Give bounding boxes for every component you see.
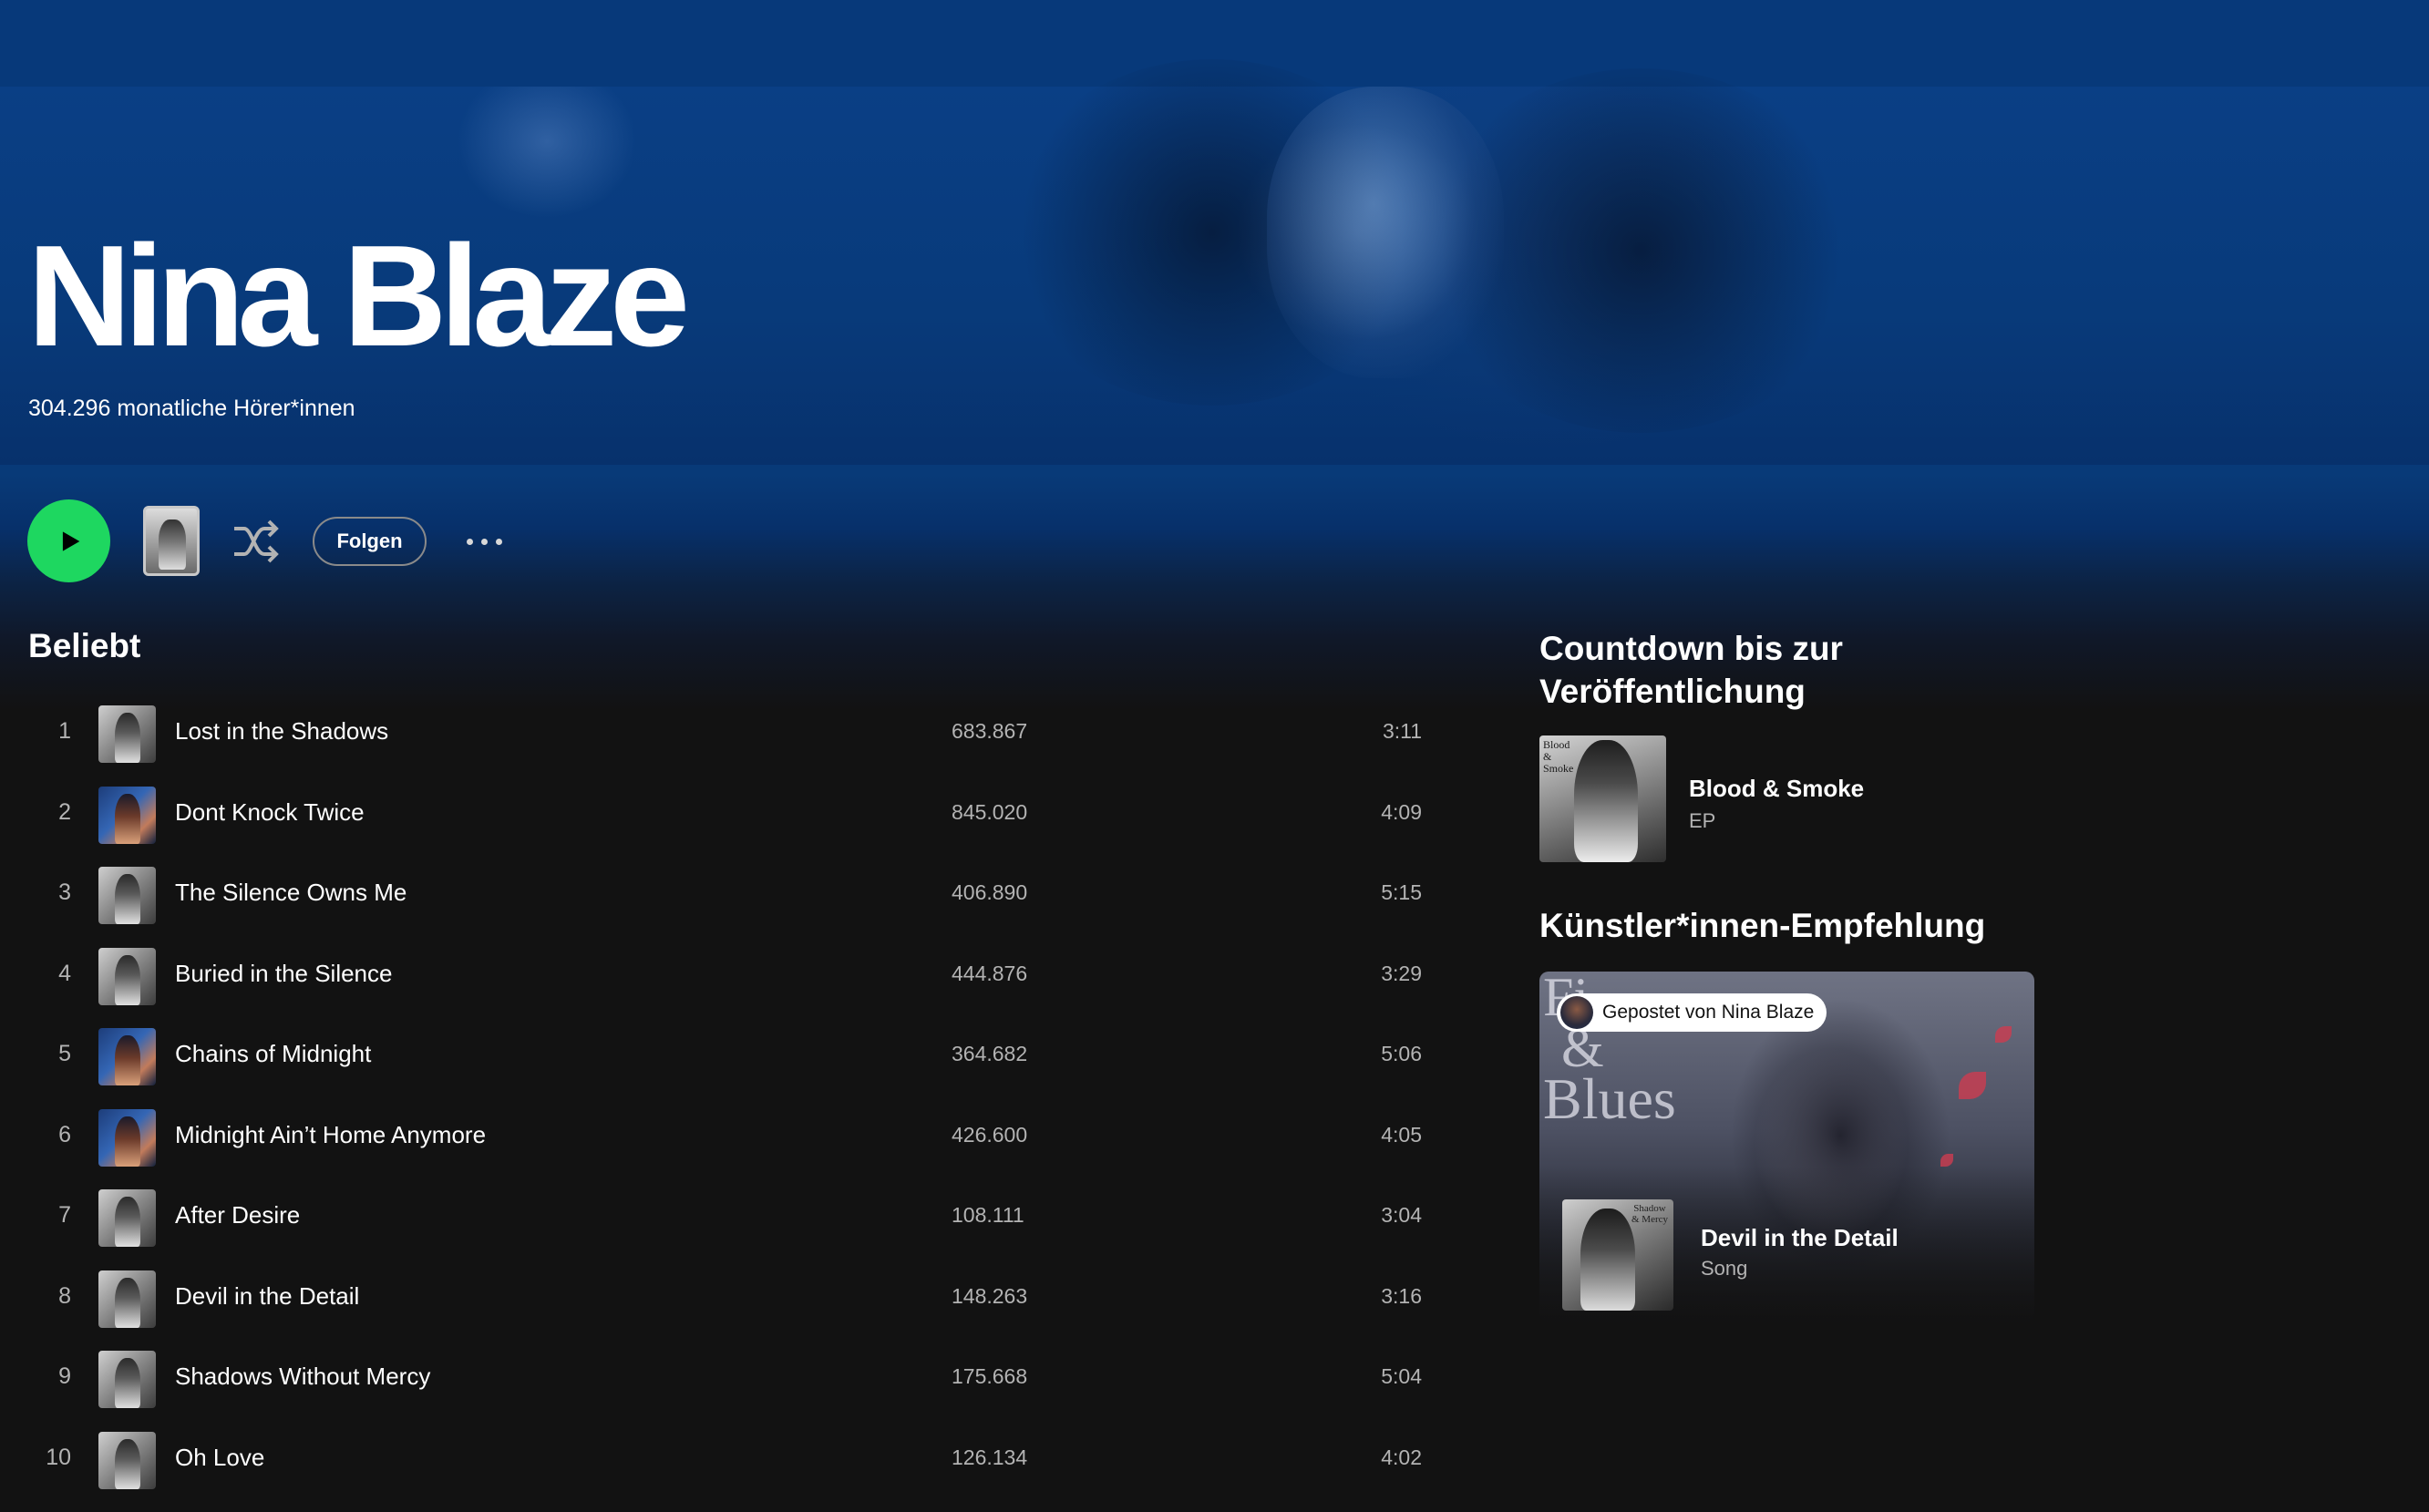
track-title[interactable]: Lost in the Shadows (175, 717, 388, 746)
track-row[interactable]: 7 After Desire 108.111 3:04 (27, 1177, 1458, 1258)
track-cover (98, 705, 156, 763)
track-play-count: 148.263 (952, 1283, 1028, 1308)
track-title[interactable]: The Silence Owns Me (175, 879, 407, 907)
release-title[interactable]: Blood & Smoke (1689, 775, 1864, 803)
track-duration: 4:09 (1381, 799, 1422, 824)
track-number: 7 (58, 1202, 71, 1228)
track-number: 9 (58, 1363, 71, 1389)
posted-by-label: Gepostet von Nina Blaze (1602, 1002, 1815, 1023)
artist-name: Nina Blaze (27, 216, 690, 376)
play-icon (62, 530, 79, 551)
track-number: 10 (46, 1444, 71, 1470)
track-duration: 5:15 (1381, 880, 1422, 904)
release-cover[interactable]: Blood & Smoke (1539, 735, 1666, 862)
track-cover (98, 867, 156, 924)
track-cover (98, 1431, 156, 1489)
release-type: EP (1689, 809, 1716, 832)
track-number: 8 (58, 1282, 71, 1309)
track-number: 2 (58, 798, 71, 825)
track-cover (98, 786, 156, 844)
artist-pick-card[interactable]: Fi & Blues Gepostet von Nina Blaze Shado… (1539, 972, 2034, 1322)
track-duration: 3:29 (1381, 961, 1422, 985)
track-play-count: 406.890 (952, 880, 1028, 904)
track-cover (98, 1028, 156, 1085)
track-row[interactable]: 9 Shadows Without Mercy 175.668 5:04 (27, 1338, 1458, 1419)
shuffle-icon (234, 519, 279, 563)
artist-pick-section-title: Künstler*innen-Empfehlung (1539, 907, 1986, 944)
track-cover (98, 1189, 156, 1247)
track-duration: 3:16 (1381, 1283, 1422, 1308)
preview-cover-button[interactable] (143, 506, 200, 576)
track-row[interactable]: 6 Midnight Ain’t Home Anymore 426.600 4:… (27, 1096, 1458, 1178)
track-play-count: 426.600 (952, 1122, 1028, 1147)
track-title[interactable]: Shadows Without Mercy (175, 1363, 430, 1391)
track-number: 6 (58, 1121, 71, 1147)
track-title[interactable]: Oh Love (175, 1444, 264, 1472)
track-play-count: 175.668 (952, 1364, 1028, 1388)
release-cover-text: Blood & Smoke (1543, 738, 1574, 775)
track-row[interactable]: 8 Devil in the Detail 148.263 3:16 (27, 1258, 1458, 1339)
petal-decoration (1940, 1154, 1953, 1167)
track-title[interactable]: After Desire (175, 1201, 300, 1229)
track-title[interactable]: Midnight Ain’t Home Anymore (175, 1121, 486, 1149)
track-number: 3 (58, 879, 71, 905)
track-play-count: 444.876 (952, 961, 1028, 985)
more-icon (466, 538, 473, 545)
track-title[interactable]: Dont Knock Twice (175, 798, 365, 827)
track-row[interactable]: 1 Lost in the Shadows 683.867 3:11 (27, 693, 1458, 774)
popular-tracks-list: 1 Lost in the Shadows 683.867 3:11 2 Don… (27, 693, 1458, 1499)
avatar (1560, 996, 1593, 1029)
pick-song-type: Song (1701, 1257, 1748, 1280)
track-cover (98, 1108, 156, 1167)
track-duration: 4:05 (1381, 1122, 1422, 1147)
track-play-count: 364.682 (952, 1042, 1028, 1065)
countdown-section-title: Countdown bis zur Veröffentlichung (1539, 630, 1843, 710)
track-duration: 5:06 (1381, 1042, 1422, 1065)
track-row[interactable]: 3 The Silence Owns Me 406.890 5:15 (27, 854, 1458, 935)
pick-song-title[interactable]: Devil in the Detail (1701, 1224, 1899, 1252)
track-number: 4 (58, 960, 71, 986)
track-title[interactable]: Devil in the Detail (175, 1282, 359, 1311)
track-row[interactable]: 2 Dont Knock Twice 845.020 4:09 (27, 774, 1458, 855)
track-duration: 4:02 (1381, 1445, 1422, 1469)
track-play-count: 683.867 (952, 719, 1028, 743)
track-title[interactable]: Buried in the Silence (175, 960, 392, 988)
track-row[interactable]: 5 Chains of Midnight 364.682 5:06 (27, 1015, 1458, 1096)
more-icon (495, 538, 502, 545)
pick-song-cover-text: Shadow & Mercy (1631, 1203, 1668, 1225)
track-play-count: 126.134 (952, 1445, 1028, 1469)
popular-section-title: Beliebt (28, 627, 141, 664)
track-play-count: 108.111 (952, 1203, 1024, 1227)
more-icon (480, 538, 488, 545)
artist-page: Nina Blaze 304.296 monatliche Hörer*inne… (0, 0, 2429, 1512)
pick-song-cover[interactable]: Shadow & Mercy (1562, 1199, 1673, 1311)
track-cover (98, 947, 156, 1005)
track-duration: 3:04 (1381, 1203, 1422, 1227)
shuffle-button[interactable] (232, 518, 281, 565)
posted-by-badge: Gepostet von Nina Blaze (1557, 993, 1827, 1032)
track-number: 5 (58, 1041, 71, 1066)
petal-decoration (1995, 1026, 2012, 1043)
track-cover (98, 1270, 156, 1328)
monthly-listeners: 304.296 monatliche Hörer*innen (28, 396, 355, 421)
play-button[interactable] (27, 499, 110, 582)
artist-hero: Nina Blaze 304.296 monatliche Hörer*inne… (0, 0, 2429, 465)
track-duration: 3:11 (1382, 719, 1422, 743)
track-row[interactable]: 4 Buried in the Silence 444.876 3:29 (27, 935, 1458, 1016)
track-duration: 5:04 (1381, 1364, 1422, 1388)
action-bar: Folgen (27, 499, 574, 583)
follow-button[interactable]: Folgen (313, 517, 427, 566)
track-row[interactable]: 10 Oh Love 126.134 4:02 (27, 1419, 1458, 1500)
petal-decoration (1959, 1072, 1986, 1099)
track-cover (98, 1351, 156, 1408)
track-play-count: 845.020 (952, 799, 1028, 824)
track-title[interactable]: Chains of Midnight (175, 1040, 371, 1068)
track-number: 1 (58, 718, 71, 744)
more-options-button[interactable] (459, 521, 509, 561)
